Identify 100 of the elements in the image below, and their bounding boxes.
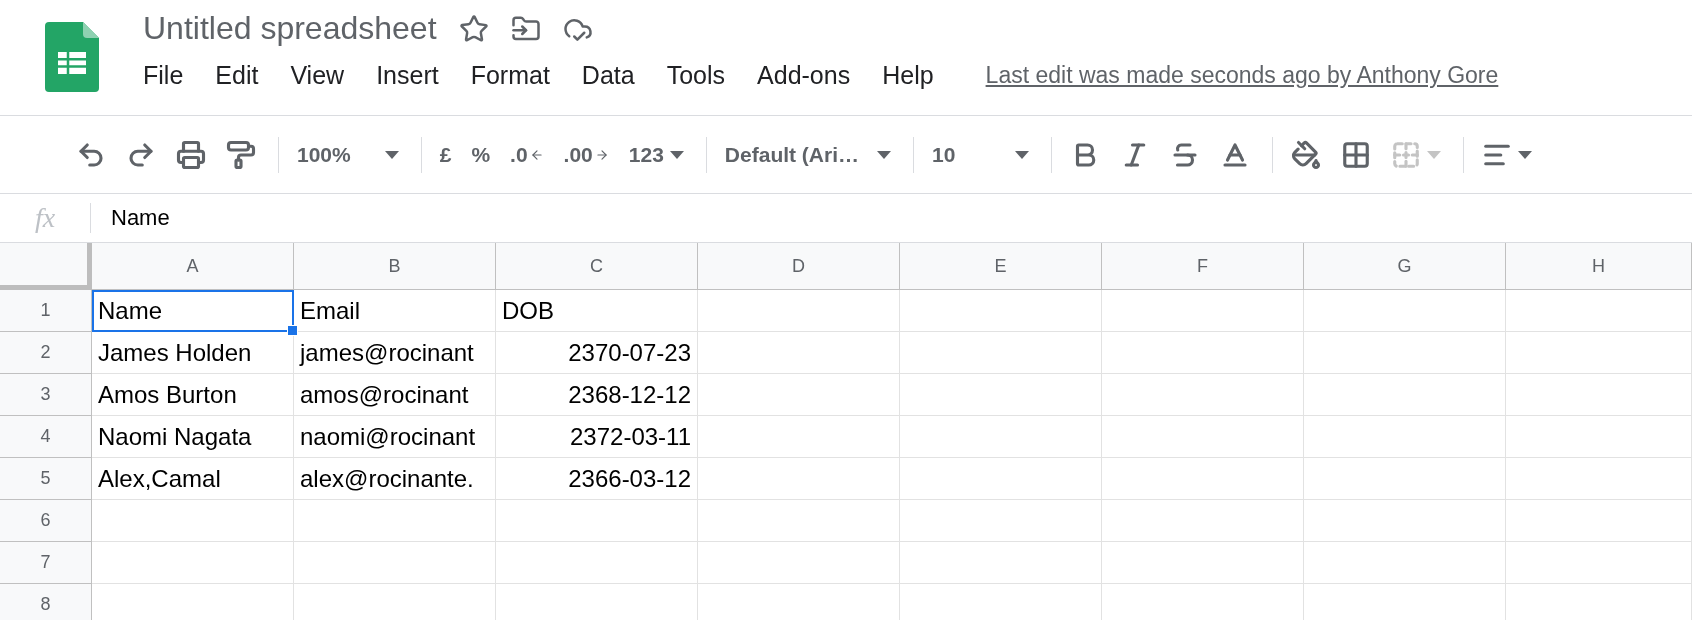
row-header[interactable]: 6 [0, 500, 92, 542]
table-cell[interactable] [900, 290, 1102, 332]
table-cell[interactable] [294, 542, 496, 584]
table-cell[interactable] [1102, 332, 1304, 374]
formula-input[interactable]: Name [111, 205, 170, 231]
table-cell[interactable] [698, 458, 900, 500]
select-all-corner[interactable] [0, 243, 92, 290]
table-cell[interactable] [1506, 290, 1692, 332]
font-size-dropdown[interactable]: 10 [924, 136, 1038, 173]
table-cell[interactable]: Alex,Camal [92, 458, 294, 500]
caret-icon [1015, 150, 1030, 159]
table-cell[interactable]: 2366-03-12 [496, 458, 698, 500]
decrease-decimals-button[interactable]: .0 [502, 136, 552, 173]
row-header[interactable]: 5 [0, 458, 92, 500]
table-cell[interactable] [900, 542, 1102, 584]
menu-item[interactable]: Format [460, 57, 560, 94]
menu-item[interactable]: File [133, 57, 194, 94]
table-cell[interactable]: james@rocinant [294, 332, 496, 374]
document-title[interactable]: Untitled spreadsheet [143, 10, 437, 47]
table-cell[interactable] [1506, 458, 1692, 500]
table-cell[interactable] [1506, 332, 1692, 374]
table-cell[interactable] [1102, 290, 1304, 332]
table-cell[interactable] [698, 500, 900, 542]
table-cell[interactable] [294, 500, 496, 542]
table-cell[interactable]: naomi@rocinant [294, 416, 496, 458]
table-cell[interactable] [1102, 542, 1304, 584]
column-header[interactable]: F [1102, 243, 1304, 290]
table-cell[interactable] [1506, 500, 1692, 542]
table-cell[interactable] [1102, 374, 1304, 416]
table-cell[interactable] [92, 542, 294, 584]
column-header[interactable]: E [900, 243, 1102, 290]
column-header[interactable]: G [1304, 243, 1506, 290]
row-header[interactable]: 3 [0, 374, 92, 416]
row-header[interactable]: 8 [0, 584, 92, 620]
percent-button[interactable]: % [463, 136, 499, 173]
table-cell[interactable]: 2368-12-12 [496, 374, 698, 416]
table-cell[interactable]: Name [92, 290, 294, 332]
column-header[interactable]: H [1506, 243, 1692, 290]
row-header[interactable]: 2 [0, 332, 92, 374]
table-cell[interactable] [900, 374, 1102, 416]
table-cell[interactable]: DOB [496, 290, 698, 332]
table-cell[interactable]: James Holden [92, 332, 294, 374]
table-cell[interactable] [698, 290, 900, 332]
table-cell[interactable] [1506, 416, 1692, 458]
last-edit-link[interactable]: Last edit was made seconds ago by Anthony Gore [985, 62, 1499, 89]
caret-icon [669, 150, 684, 159]
column-header[interactable]: B [294, 243, 496, 290]
table-cell[interactable] [92, 500, 294, 542]
table-cell[interactable]: Amos Burton [92, 374, 294, 416]
table-cell[interactable]: amos@rocinant [294, 374, 496, 416]
table-cell[interactable] [1102, 416, 1304, 458]
table-cell[interactable] [1304, 290, 1506, 332]
row-header[interactable]: 1 [0, 290, 92, 332]
table-cell[interactable] [1506, 374, 1692, 416]
table-cell[interactable] [900, 416, 1102, 458]
table-cell[interactable] [1304, 458, 1506, 500]
column-header[interactable]: A [92, 243, 294, 290]
column-header[interactable]: D [698, 243, 900, 290]
row-header[interactable]: 7 [0, 542, 92, 584]
table-cell[interactable]: 2370-07-23 [496, 332, 698, 374]
table-cell[interactable] [1304, 542, 1506, 584]
table-cell[interactable] [698, 416, 900, 458]
table-cell[interactable] [698, 374, 900, 416]
table-cell[interactable] [1304, 332, 1506, 374]
table-cell[interactable]: Naomi Nagata [92, 416, 294, 458]
table-cell[interactable] [1304, 374, 1506, 416]
table-cell[interactable] [1506, 542, 1692, 584]
number-format-dropdown[interactable]: 123 [620, 136, 692, 173]
star-icon[interactable] [458, 13, 489, 44]
menu-item[interactable]: Tools [656, 57, 736, 94]
table-cell[interactable]: 2372-03-11 [496, 416, 698, 458]
font-dropdown[interactable]: Default (Ari… [716, 136, 900, 173]
borders-icon [1341, 139, 1372, 170]
increase-decimals-button[interactable]: .00 [555, 136, 617, 173]
currency-button[interactable]: £ [431, 136, 460, 173]
table-cell[interactable] [496, 542, 698, 584]
table-cell[interactable] [698, 542, 900, 584]
table-cell[interactable] [1304, 416, 1506, 458]
table-cell[interactable]: Email [294, 290, 496, 332]
menu-item[interactable]: Add-ons [747, 57, 861, 94]
paint-roller-icon [226, 139, 256, 170]
menu-item[interactable]: Edit [205, 57, 269, 94]
menu-item[interactable]: View [280, 57, 355, 94]
menu-item[interactable]: Help [872, 57, 944, 94]
table-cell[interactable] [698, 332, 900, 374]
column-header[interactable]: C [496, 243, 698, 290]
table-cell[interactable] [900, 332, 1102, 374]
table-cell[interactable] [900, 500, 1102, 542]
right-arrow-icon [594, 147, 609, 162]
table-cell[interactable] [1102, 458, 1304, 500]
menu-item[interactable]: Data [571, 57, 645, 94]
table-cell[interactable] [900, 458, 1102, 500]
menu-item[interactable]: Insert [366, 57, 449, 94]
zoom-dropdown[interactable]: 100% [289, 136, 407, 173]
table-cell[interactable] [1304, 500, 1506, 542]
table-cell[interactable]: alex@rocinante. [294, 458, 496, 500]
row-header[interactable]: 4 [0, 416, 92, 458]
table-cell[interactable] [496, 500, 698, 542]
fill-handle[interactable] [287, 325, 298, 336]
table-cell[interactable] [1102, 500, 1304, 542]
